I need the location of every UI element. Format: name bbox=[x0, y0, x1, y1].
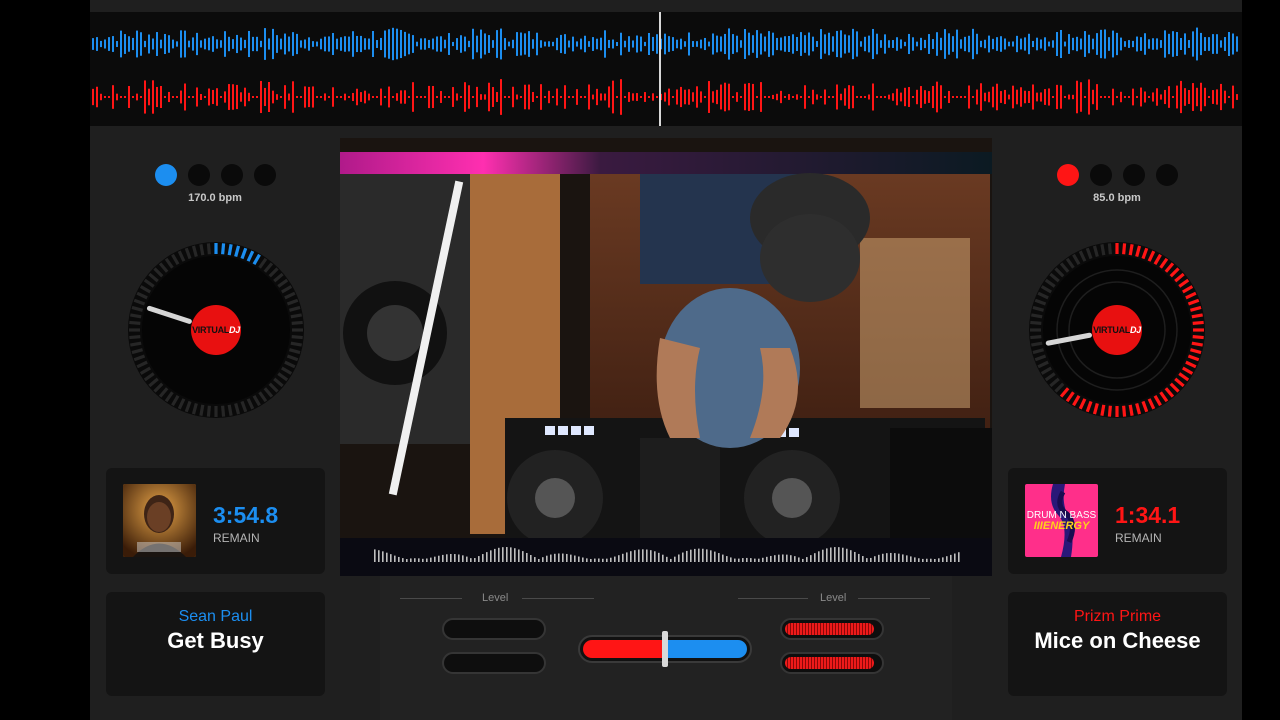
video-frame bbox=[340, 138, 992, 576]
deck-a-level-meter-1 bbox=[442, 618, 546, 640]
level-line-right-b bbox=[858, 598, 930, 599]
deck-b-time-remaining: 1:34.1 bbox=[1115, 502, 1181, 528]
deck-a-hotcue-dots bbox=[90, 164, 340, 186]
crossfader[interactable] bbox=[578, 631, 752, 667]
deck-a: 170.0 bpm VIRTUAL DJ 3:54.8 REMAIN Sean … bbox=[90, 126, 340, 720]
deck-a-bpm: 170.0 bpm bbox=[188, 192, 242, 204]
deck-a-vdj-logo: VIRTUAL DJ bbox=[191, 305, 241, 355]
deck-a-title: Get Busy bbox=[167, 628, 264, 653]
webcam-video-feed bbox=[340, 138, 992, 576]
waveform-display[interactable] bbox=[90, 12, 1242, 126]
deck-b-dot-4[interactable] bbox=[1155, 164, 1178, 186]
deck-a-dot-3[interactable] bbox=[220, 164, 243, 186]
deck-a-title-card: Sean Paul Get Busy bbox=[106, 592, 325, 696]
album-cover-portrait-icon bbox=[123, 484, 196, 557]
deck-b-title: Mice on Cheese bbox=[1034, 628, 1201, 653]
deck-a-dot-4[interactable] bbox=[253, 164, 276, 186]
crossfader-right-fill bbox=[665, 640, 747, 658]
deck-a-info-card: 3:54.8 REMAIN bbox=[106, 468, 325, 574]
deck-b-dot-1[interactable] bbox=[1056, 164, 1079, 186]
deck-a-logo-main: VIRTUAL bbox=[192, 325, 229, 335]
deck-b-hotcue-dots bbox=[992, 164, 1242, 186]
crossfader-left-fill bbox=[583, 640, 665, 658]
deck-b-artist: Prizm Prime bbox=[1073, 608, 1162, 625]
deck-a-logo-accent: DJ bbox=[229, 325, 240, 335]
level-label-right: Level bbox=[820, 592, 847, 604]
deck-b-title-card: Prizm Prime Mice on Cheese bbox=[1008, 592, 1227, 696]
deck-a-time-remaining: 3:54.8 bbox=[213, 502, 279, 528]
deck-b-logo-main: VIRTUAL bbox=[1093, 325, 1130, 335]
deck-a-artist: Sean Paul bbox=[178, 608, 253, 625]
deck-b: 85.0 bpm VIRTUAL DJ DRUM N BASS IIIENERGY… bbox=[992, 126, 1242, 720]
deck-a-remain-label: REMAIN bbox=[213, 531, 260, 545]
level-line-left-a bbox=[400, 598, 462, 599]
virtual-dj-app: 170.0 bpm VIRTUAL DJ 3:54.8 REMAIN Sean … bbox=[90, 0, 1242, 720]
waveform-playhead[interactable] bbox=[659, 12, 661, 126]
deck-b-bpm: 85.0 bpm bbox=[1093, 192, 1141, 204]
deck-a-platter[interactable]: VIRTUAL DJ bbox=[126, 240, 306, 420]
level-line-right-a bbox=[738, 598, 808, 599]
deck-b-vdj-logo: VIRTUAL DJ bbox=[1092, 305, 1142, 355]
deck-a-dot-1[interactable] bbox=[154, 164, 177, 186]
deck-a-dot-2[interactable] bbox=[187, 164, 210, 186]
crossfader-handle[interactable] bbox=[662, 631, 668, 667]
deck-b-dot-2[interactable] bbox=[1089, 164, 1112, 186]
deck-b-level-meter-2 bbox=[780, 652, 884, 674]
level-label-left: Level bbox=[482, 592, 509, 604]
album-cover-drum-n-bass-icon: DRUM N BASS IIIENERGY bbox=[1025, 484, 1098, 557]
deck-a-level-meter-2 bbox=[442, 652, 546, 674]
deck-b-cover-text-2: IIIENERGY bbox=[1033, 520, 1090, 532]
deck-b-info-card: DRUM N BASS IIIENERGY 1:34.1 REMAIN bbox=[1008, 468, 1227, 574]
deck-b-dot-3[interactable] bbox=[1122, 164, 1145, 186]
deck-b-remain-label: REMAIN bbox=[1115, 531, 1162, 545]
level-line-left-b bbox=[522, 598, 594, 599]
deck-b-platter[interactable]: VIRTUAL DJ bbox=[1027, 240, 1207, 420]
waveform-overview[interactable] bbox=[90, 12, 1242, 126]
deck-b-level-meter-1 bbox=[780, 618, 884, 640]
mixer-panel: Level Level bbox=[380, 576, 952, 720]
deck-b-logo-accent: DJ bbox=[1130, 325, 1141, 335]
